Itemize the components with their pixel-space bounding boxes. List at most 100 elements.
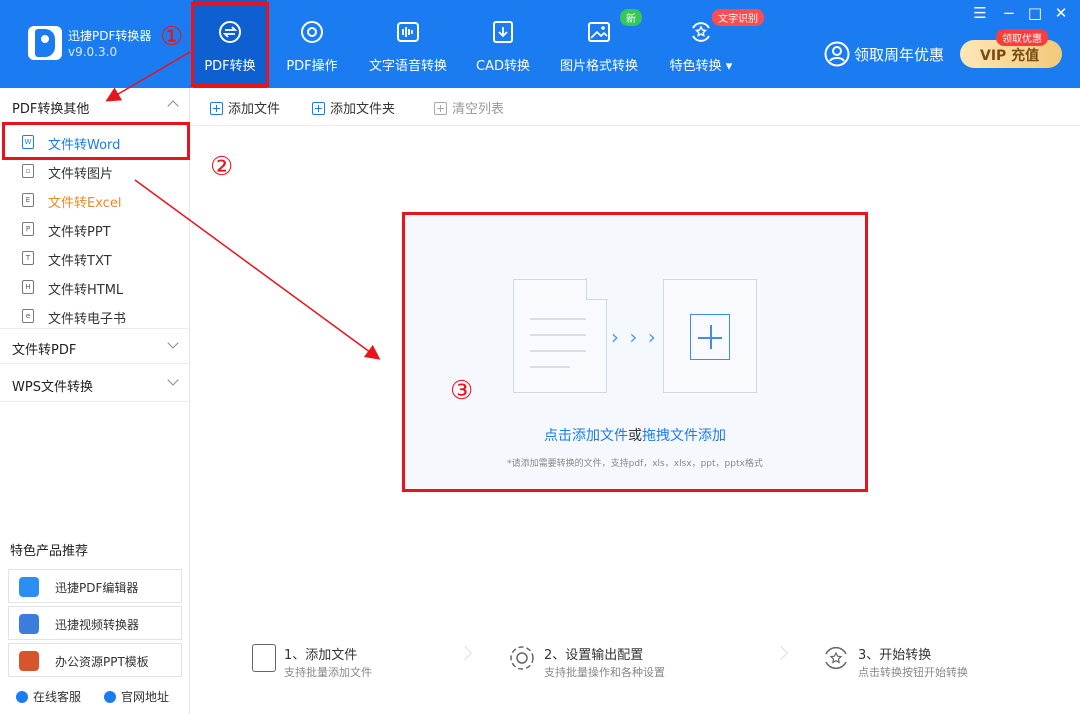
recommend-pdf-editor[interactable]: 迅捷PDF编辑器 (8, 569, 182, 603)
tab-label: 特色转换 ▾ (669, 59, 733, 74)
ebook-file-icon: e (22, 309, 34, 323)
sidebar: PDF转换其他 W 文件转Word ▫ 文件转图片 E 文件转Excel P 文… (0, 88, 190, 714)
tab-pdf-operation[interactable]: PDF操作 (278, 0, 346, 88)
annotation-box-2 (2, 122, 190, 160)
cad-icon (493, 21, 513, 43)
ocr-badge: 文字识别 (712, 9, 764, 26)
chevron-up-icon (167, 100, 179, 112)
chevron-right-icon (457, 645, 473, 661)
document-icon (513, 278, 608, 393)
trash-icon (434, 102, 447, 115)
click-add-file-link[interactable]: 点击添加文件 (544, 428, 628, 444)
chevron-down-icon (167, 337, 179, 349)
image-file-icon: ▫ (22, 164, 34, 178)
step-title: 3、开始转换 (858, 648, 932, 663)
section-title: WPS文件转换 (12, 380, 93, 395)
drag-file-link[interactable]: 拖拽文件添加 (642, 428, 726, 444)
official-site-link[interactable]: 官网地址 (104, 688, 169, 705)
add-file-target-icon[interactable] (663, 279, 757, 393)
recommend-video-converter[interactable]: 迅捷视频转换器 (8, 606, 182, 640)
vip-label: VIP 充值 (980, 48, 1040, 64)
recommend-label: 迅捷视频转换器 (55, 618, 140, 632)
add-doc-icon (252, 644, 276, 672)
sidebar-item-label: 文件转电子书 (48, 312, 127, 327)
toolbar: 添加文件 添加文件夹 清空列表 (190, 88, 1080, 126)
waveform-icon (397, 22, 419, 42)
tab-cad-convert[interactable]: CAD转换 (470, 0, 536, 88)
ppt-template-icon (19, 651, 39, 671)
section-title: 文件转PDF (12, 343, 77, 358)
new-badge: 新 (620, 9, 642, 26)
add-folder-icon (312, 102, 325, 115)
section-file-to-pdf[interactable]: 文件转PDF (0, 328, 189, 364)
gear-icon (510, 646, 534, 670)
plus-icon (690, 314, 730, 360)
recommend-ppt-templates[interactable]: 办公资源PPT模板 (8, 643, 182, 677)
tab-label: CAD转换 (476, 59, 530, 74)
add-folder-button[interactable]: 添加文件夹 (312, 98, 395, 117)
add-file-icon (210, 102, 223, 115)
recommend-title: 特色产品推荐 (10, 544, 89, 559)
ppt-file-icon: P (22, 222, 34, 236)
annotation-number-1: ① (160, 22, 184, 52)
section-pdf-convert-other[interactable]: PDF转换其他 (0, 88, 189, 124)
step-desc: 支持批量添加文件 (284, 666, 372, 679)
section-wps-convert[interactable]: WPS文件转换 (0, 366, 189, 402)
settings-circle-icon (301, 21, 323, 43)
sidebar-item-to-ppt[interactable]: P 文件转PPT (0, 215, 189, 243)
chevron-right-icon: › › › (611, 325, 658, 349)
annotation-number-2: ② (210, 152, 234, 182)
recommend-label: 迅捷PDF编辑器 (55, 581, 139, 595)
chevron-down-icon (167, 374, 179, 386)
app-name: 迅捷PDF转换器 (68, 29, 152, 43)
star-convert-icon (692, 22, 710, 42)
image-icon (588, 22, 610, 42)
sidebar-item-to-image[interactable]: ▫ 文件转图片 (0, 157, 189, 185)
service-icon (16, 691, 28, 703)
sidebar-item-label: 文件转Excel (48, 196, 122, 211)
sidebar-item-to-html[interactable]: H 文件转HTML (0, 273, 189, 301)
excel-file-icon: E (22, 193, 34, 207)
tab-label: 文字语音转换 (368, 59, 447, 74)
sidebar-item-to-excel[interactable]: E 文件转Excel (0, 186, 189, 214)
step-desc: 点击转换按钮开始转换 (858, 666, 968, 679)
add-file-button[interactable]: 添加文件 (210, 98, 280, 117)
website-icon (104, 691, 116, 703)
chevron-right-icon (773, 645, 789, 661)
supported-formats-hint: *请添加需要转换的文件，支持pdf，xls，xlsx，ppt，pptx格式 (507, 459, 763, 469)
recommend-label: 办公资源PPT模板 (55, 655, 149, 669)
tab-text-voice[interactable]: 文字语音转换 (364, 0, 452, 88)
sidebar-item-label: 文件转HTML (48, 283, 124, 298)
drop-instruction: 点击添加文件或拖拽文件添加 (544, 428, 726, 444)
annotation-number-3: ③ (450, 376, 474, 406)
tab-label: 图片格式转换 (559, 59, 638, 74)
section-title: PDF转换其他 (12, 102, 90, 117)
star-convert-icon (825, 646, 847, 670)
step-title: 2、设置输出配置 (544, 648, 644, 663)
online-service-link[interactable]: 在线客服 (16, 688, 81, 705)
maximize-icon[interactable]: □ (1024, 4, 1046, 22)
tab-label: PDF操作 (286, 59, 338, 74)
app-logo-icon (28, 26, 62, 60)
minimize-icon[interactable]: − (998, 4, 1020, 22)
annotation-box-1 (191, 2, 269, 87)
promo-label: 领取周年优惠 (854, 46, 945, 64)
menu-icon[interactable]: ☰ (969, 4, 991, 22)
file-drop-zone[interactable]: › › › 点击添加文件或拖拽文件添加 *请添加需要转换的文件，支持pdf，xl… (402, 212, 868, 492)
pdf-editor-icon (19, 577, 39, 597)
sidebar-item-label: 文件转TXT (48, 254, 112, 269)
sidebar-item-label: 文件转PPT (48, 225, 111, 240)
video-converter-icon (19, 614, 39, 634)
close-icon[interactable]: ✕ (1050, 4, 1072, 22)
step-title: 1、添加文件 (284, 648, 358, 663)
app-version: v9.0.3.0 (68, 45, 118, 59)
step-desc: 支持批量操作和各种设置 (544, 666, 665, 679)
vip-promo-badge: 领取优惠 (996, 29, 1048, 46)
sidebar-item-label: 文件转图片 (48, 167, 114, 182)
user-icon (824, 41, 850, 67)
sidebar-item-to-txt[interactable]: T 文件转TXT (0, 244, 189, 272)
sidebar-item-to-ebook[interactable]: e 文件转电子书 (0, 302, 189, 330)
html-file-icon: H (22, 280, 34, 294)
txt-file-icon: T (22, 251, 34, 265)
clear-list-button[interactable]: 清空列表 (434, 98, 504, 117)
